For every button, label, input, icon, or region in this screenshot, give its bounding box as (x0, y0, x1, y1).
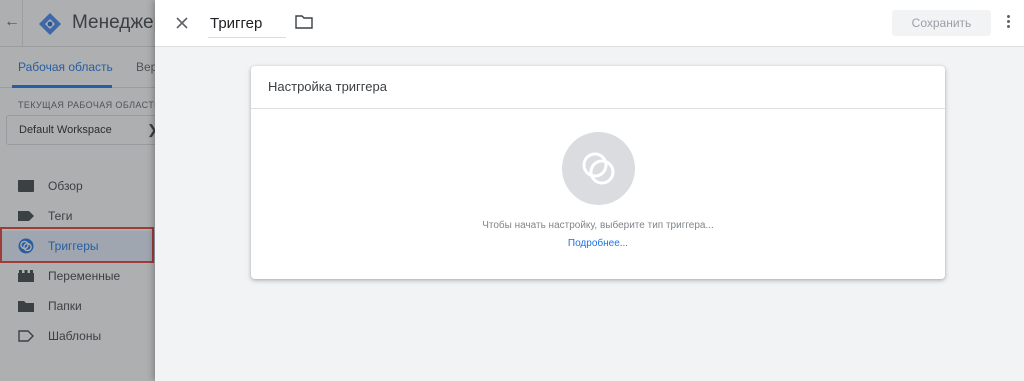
more-vert-icon[interactable] (1003, 13, 1013, 33)
learn-more-link[interactable]: Подробнее... (251, 238, 945, 249)
card-title: Настройка триггера (268, 79, 387, 94)
modal-scrim[interactable] (0, 0, 155, 381)
trigger-editor-panel: Сохранить Настройка триггера Чтобы начат… (155, 0, 1024, 381)
save-button[interactable]: Сохранить (892, 10, 991, 36)
trigger-config-card: Настройка триггера Чтобы начать настройк… (251, 66, 945, 279)
choose-trigger-type-button[interactable] (562, 132, 635, 205)
close-icon[interactable] (171, 12, 193, 34)
choose-trigger-hint: Чтобы начать настройку, выберите тип три… (482, 220, 714, 231)
folder-icon[interactable] (295, 14, 313, 30)
card-divider (251, 108, 945, 109)
trigger-type-icon (582, 152, 615, 185)
panel-header: Сохранить (155, 0, 1024, 47)
trigger-name-input[interactable] (208, 10, 286, 38)
